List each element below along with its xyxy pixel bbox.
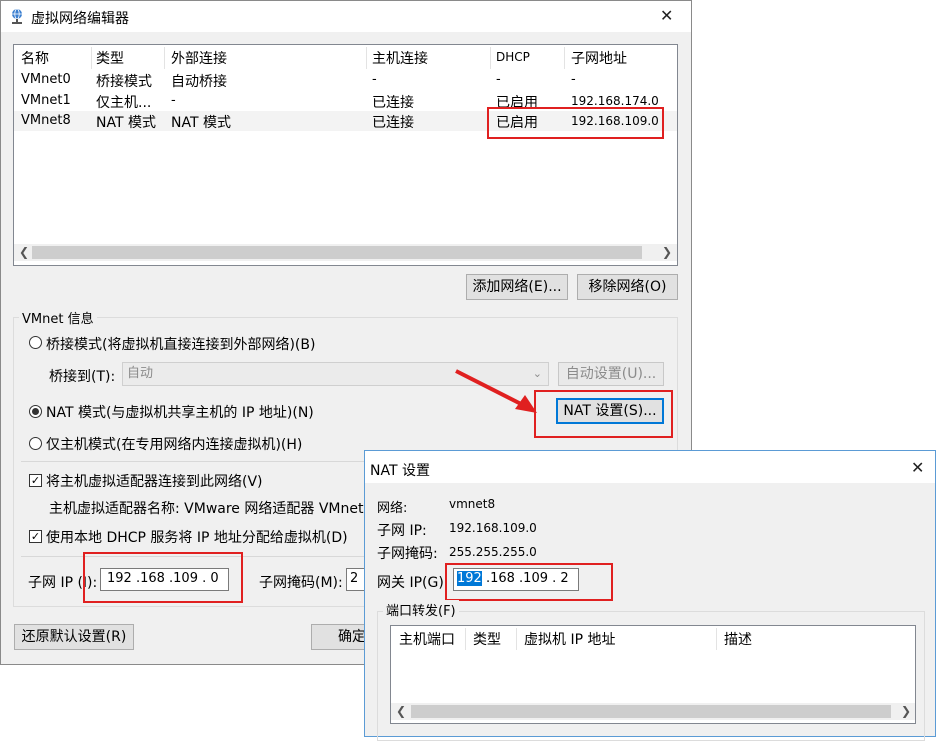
- host-only-label[interactable]: 仅主机模式(在专用网络内连接虚拟机)(H): [46, 434, 302, 454]
- gateway-ip-label: 网关 IP(G):: [377, 575, 449, 591]
- port-forward-label: 端口转发(F): [383, 600, 459, 619]
- highlight-subnet-ip: [83, 552, 243, 603]
- col-sep[interactable]: [716, 628, 717, 650]
- cell-name: VMnet0: [21, 72, 71, 87]
- pf-header-host-port[interactable]: 主机端口: [399, 629, 455, 649]
- nat-window-title: NAT 设置: [370, 463, 430, 479]
- highlight-gateway: [445, 563, 613, 601]
- nat-title-bar: NAT 设置 ✕: [365, 451, 935, 483]
- restore-defaults-button[interactable]: 还原默认设置(R): [14, 624, 134, 650]
- col-sep[interactable]: [465, 628, 466, 650]
- use-dhcp-checkbox[interactable]: ✓: [29, 530, 42, 543]
- divider: [21, 461, 366, 462]
- remove-network-button[interactable]: 移除网络(O): [577, 274, 678, 300]
- network-globe-icon: [9, 8, 25, 24]
- pf-header-type[interactable]: 类型: [473, 629, 501, 649]
- network-value: vmnet8: [449, 497, 496, 511]
- col-sep[interactable]: [164, 47, 165, 69]
- highlight-dhcp-subnet: [487, 107, 664, 139]
- cell-type: 仅主机...: [96, 95, 152, 111]
- cell-host: -: [372, 72, 377, 87]
- title-bar: 虚拟网络编辑器 ✕: [1, 1, 691, 32]
- bridge-mode-label[interactable]: 桥接模式(将虚拟机直接连接到外部网络)(B): [46, 334, 315, 354]
- pf-header-vm-ip[interactable]: 虚拟机 IP 地址: [524, 629, 615, 649]
- nat-subnet-ip-value: 192.168.109.0: [449, 521, 537, 535]
- cell-subnet: -: [571, 72, 576, 87]
- host-only-radio[interactable]: [29, 437, 42, 450]
- subnet-mask-input[interactable]: 2: [346, 568, 366, 591]
- scroll-right-icon[interactable]: ❯: [901, 703, 911, 720]
- network-label: 网络:: [377, 501, 408, 516]
- col-header-subnet[interactable]: 子网地址: [571, 48, 627, 68]
- cell-host: 已连接: [372, 95, 414, 111]
- scroll-left-icon[interactable]: ❮: [396, 703, 406, 720]
- nat-settings-window: NAT 设置 ✕ 网络: vmnet8 子网 IP: 192.168.109.0…: [364, 450, 936, 741]
- ok-button[interactable]: 确定: [311, 624, 366, 650]
- adapter-name-text: 主机虚拟适配器名称: VMware 网络适配器 VMnet8: [49, 501, 366, 517]
- scrollbar-thumb[interactable]: [411, 705, 891, 718]
- table-row[interactable]: VMnet0 桥接模式 自动桥接 - - -: [14, 70, 677, 90]
- subnet-mask-label: 子网掩码(M):: [259, 575, 343, 591]
- bridge-to-label: 桥接到(T):: [49, 369, 116, 385]
- red-arrow-icon: [455, 369, 537, 413]
- col-sep[interactable]: [91, 47, 92, 69]
- nat-mode-radio[interactable]: [29, 405, 42, 418]
- col-sep[interactable]: [516, 628, 517, 650]
- cell-type: NAT 模式: [96, 115, 156, 131]
- cell-name: VMnet1: [21, 93, 71, 108]
- nat-mode-label[interactable]: NAT 模式(与虚拟机共享主机的 IP 地址)(N): [46, 402, 314, 422]
- cell-type: 桥接模式: [96, 74, 152, 90]
- auto-settings-button[interactable]: 自动设置(U)...: [558, 362, 664, 386]
- cell-external: 自动桥接: [171, 74, 227, 90]
- pf-horizontal-scrollbar[interactable]: ❮ ❯: [391, 703, 915, 720]
- bridge-mode-radio[interactable]: [29, 336, 42, 349]
- close-icon[interactable]: ✕: [911, 458, 924, 477]
- cell-external: NAT 模式: [171, 115, 231, 131]
- col-header-external[interactable]: 外部连接: [171, 48, 227, 68]
- port-forward-list[interactable]: 主机端口 类型 虚拟机 IP 地址 描述 ❮ ❯: [390, 625, 916, 724]
- connect-adapter-checkbox[interactable]: ✓: [29, 474, 42, 487]
- scrollbar-thumb[interactable]: [32, 246, 642, 259]
- cell-subnet: 192.168.174.0: [571, 94, 659, 108]
- nat-subnet-ip-label: 子网 IP:: [377, 523, 427, 539]
- cell-dhcp: -: [496, 72, 501, 87]
- col-header-dhcp[interactable]: DHCP: [496, 50, 530, 64]
- scroll-left-icon[interactable]: ❮: [19, 244, 29, 261]
- scroll-right-icon[interactable]: ❯: [662, 244, 672, 261]
- col-sep[interactable]: [490, 47, 491, 69]
- network-list[interactable]: 名称 类型 外部连接 主机连接 DHCP 子网地址 VMnet0 桥接模式 自动…: [13, 44, 678, 266]
- horizontal-scrollbar[interactable]: ❮ ❯: [14, 244, 677, 261]
- cell-name: VMnet8: [21, 113, 71, 128]
- use-dhcp-label[interactable]: 使用本地 DHCP 服务将 IP 地址分配给虚拟机(D): [46, 527, 348, 547]
- col-sep[interactable]: [366, 47, 367, 69]
- nat-subnet-mask-value: 255.255.255.0: [449, 545, 537, 559]
- nat-subnet-mask-label: 子网掩码:: [377, 546, 438, 562]
- bridge-to-value: 自动: [127, 366, 154, 381]
- close-icon[interactable]: ✕: [660, 6, 673, 25]
- pf-header-description[interactable]: 描述: [724, 629, 752, 649]
- col-header-name[interactable]: 名称: [21, 48, 49, 68]
- cell-host: 已连接: [372, 115, 414, 131]
- highlight-nat-settings: [534, 390, 673, 438]
- col-header-host[interactable]: 主机连接: [372, 48, 428, 68]
- window-title: 虚拟网络编辑器: [31, 11, 129, 27]
- cell-external: -: [171, 93, 176, 108]
- col-sep[interactable]: [564, 47, 565, 69]
- vmnet-info-label: VMnet 信息: [19, 308, 97, 327]
- connect-adapter-label[interactable]: 将主机虚拟适配器连接到此网络(V): [46, 471, 263, 491]
- col-header-type[interactable]: 类型: [96, 48, 124, 68]
- add-network-button[interactable]: 添加网络(E)...: [466, 274, 568, 300]
